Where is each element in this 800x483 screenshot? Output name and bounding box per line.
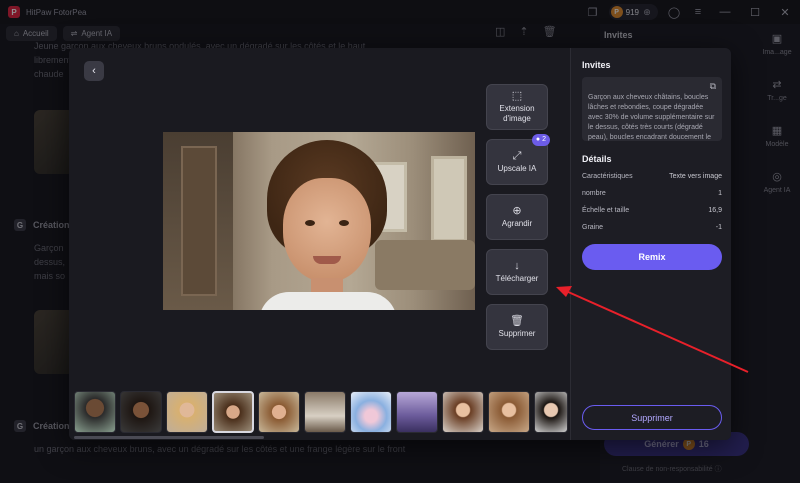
thumbnail[interactable] — [258, 391, 300, 433]
detail-row: nombre 1 — [582, 190, 722, 197]
download-icon: ↓ — [514, 259, 520, 272]
thumbnail-scrollbar[interactable] — [74, 436, 264, 439]
detail-row: Graine -1 — [582, 224, 722, 231]
detail-row: Échelle et taille 16,9 — [582, 207, 722, 214]
zoom-in-icon: ⊕ — [512, 204, 522, 217]
copy-icon[interactable]: ⧉ — [710, 81, 716, 91]
delete-button[interactable]: Supprimer — [582, 405, 722, 430]
delete-image-button[interactable]: 🗑 Supprimer — [486, 304, 548, 350]
thumbnail[interactable] — [74, 391, 116, 433]
thumbnail-selected[interactable] — [212, 391, 254, 433]
thumbnail[interactable] — [350, 391, 392, 433]
upscale-count-badge: ● 2 — [531, 134, 550, 146]
download-button[interactable]: ↓ Télécharger — [486, 249, 548, 295]
thumbnail[interactable] — [120, 391, 162, 433]
extend-image-button[interactable]: ⬚ Extension d'image — [486, 84, 548, 130]
thumbnail-strip — [74, 391, 568, 433]
back-button[interactable]: ‹ — [84, 61, 104, 81]
details-title: Détails — [582, 154, 612, 164]
thumbnail[interactable] — [488, 391, 530, 433]
remix-button[interactable]: Remix — [582, 244, 722, 270]
chevron-left-icon: ‹ — [92, 65, 96, 77]
image-detail-modal: ‹ ⬚ Extension d'image ● 2 ⤢ Upscale IA ⊕… — [69, 48, 731, 440]
thumbnail[interactable] — [304, 391, 346, 433]
preview-area: ‹ ⬚ Extension d'image ● 2 ⤢ Upscale IA ⊕… — [69, 48, 570, 440]
trash-icon: 🗑 — [510, 314, 524, 327]
image-extend-icon: ⬚ — [511, 89, 523, 102]
thumbnail[interactable] — [396, 391, 438, 433]
prompt-text: Garçon aux cheveux châtains, boucles lâc… — [588, 94, 715, 141]
upscale-button[interactable]: ● 2 ⤢ Upscale IA — [486, 134, 550, 185]
zoom-button[interactable]: ⊕ Agrandir — [486, 194, 548, 240]
upscale-icon: ⤢ — [512, 149, 522, 162]
detail-row: Caractéristiques Texte vers image — [582, 173, 722, 180]
action-buttons: ⬚ Extension d'image ● 2 ⤢ Upscale IA ⊕ A… — [486, 84, 550, 350]
thumbnail[interactable] — [166, 391, 208, 433]
details-panel: Invites ⧉ Garçon aux cheveux châtains, b… — [570, 48, 731, 440]
prompts-title: Invites — [582, 60, 611, 70]
prompt-box: ⧉ Garçon aux cheveux châtains, boucles l… — [582, 77, 722, 141]
thumbnail[interactable] — [442, 391, 484, 433]
thumbnail[interactable] — [534, 391, 568, 433]
main-preview-image — [163, 132, 475, 310]
